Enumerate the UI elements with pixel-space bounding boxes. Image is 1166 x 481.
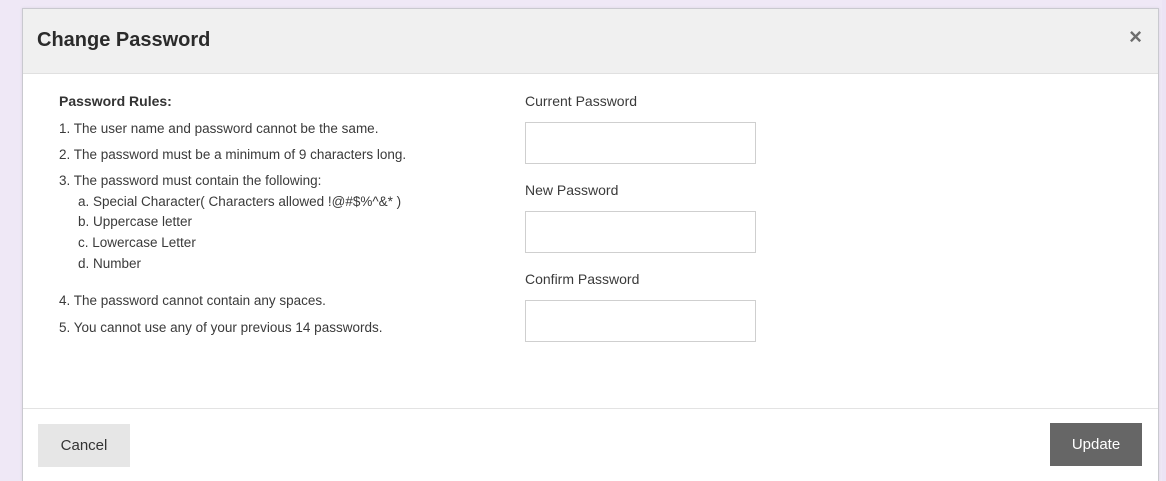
rule-subitem: c. Lowercase Letter (78, 235, 196, 250)
rule-item: 4. The password cannot contain any space… (59, 293, 326, 308)
new-password-label: New Password (525, 182, 619, 198)
rule-item: 1. The user name and password cannot be … (59, 121, 379, 136)
change-password-dialog: Change Password × Password Rules: 1. The… (22, 8, 1159, 481)
rule-item: 3. The password must contain the followi… (59, 173, 322, 188)
new-password-input[interactable] (525, 211, 756, 253)
rules-heading: Password Rules: (59, 93, 172, 109)
rule-subitem: d. Number (78, 256, 142, 271)
update-button[interactable]: Update (1050, 423, 1142, 466)
rule-item: 2. The password must be a minimum of 9 c… (59, 147, 407, 162)
backdrop-edge (1162, 0, 1166, 481)
current-password-input[interactable] (525, 122, 756, 164)
dialog-footer: Cancel Update (23, 408, 1158, 481)
confirm-password-label: Confirm Password (525, 271, 640, 287)
rule-subitem: a. Special Character( Characters allowed… (78, 194, 402, 209)
current-password-label: Current Password (525, 93, 638, 109)
rule-item: 5. You cannot use any of your previous 1… (59, 320, 383, 335)
rule-subitem: b. Uppercase letter (78, 214, 193, 229)
dialog-header: Change Password × (23, 9, 1158, 74)
cancel-button[interactable]: Cancel (38, 424, 130, 467)
confirm-password-input[interactable] (525, 300, 756, 342)
close-icon[interactable]: × (1129, 26, 1142, 48)
dialog-title: Change Password (37, 29, 211, 51)
